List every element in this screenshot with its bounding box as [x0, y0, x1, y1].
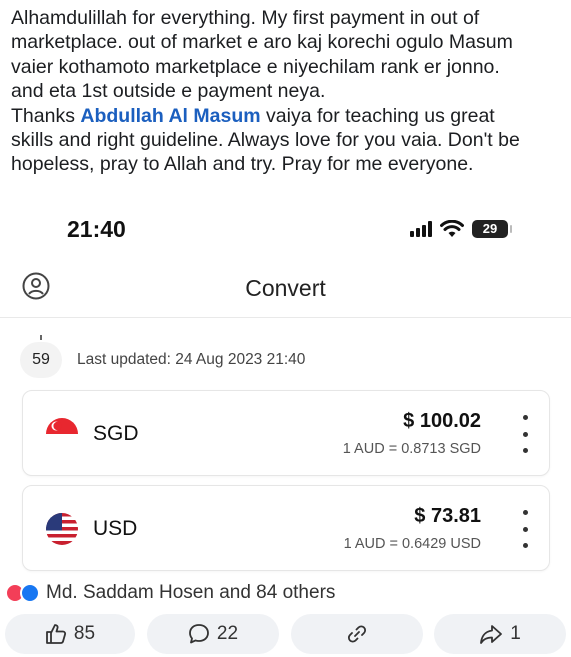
currency-card-sgd[interactable]: SGD $ 100.02 1 AUD = 0.8713 SGD — [22, 390, 550, 476]
like-count: 85 — [73, 623, 96, 644]
singapore-flag-icon — [46, 418, 78, 450]
comment-count: 22 — [216, 623, 239, 644]
signal-icon — [410, 221, 432, 237]
copy-link-button[interactable] — [291, 614, 423, 654]
us-flag-icon — [46, 513, 78, 545]
converted-amount: $ 100.02 — [403, 410, 481, 432]
comment-button[interactable]: 22 — [147, 614, 279, 654]
like-icon — [20, 583, 40, 603]
post-text: Alhamdulillah for everything. My first p… — [11, 6, 567, 177]
post-line: marketplace. out of market e aro kaj kor… — [11, 31, 513, 54]
attached-screenshot[interactable]: 21:40 29 Convert 59 Last updated: 24 Aug… — [0, 200, 571, 575]
currency-code: USD — [93, 517, 138, 540]
more-options-icon[interactable] — [518, 510, 532, 548]
status-time: 21:40 — [67, 216, 126, 242]
action-bar: 85 22 1 — [0, 612, 571, 657]
post-text-suffix: vaiya for teaching us great — [260, 104, 495, 127]
last-updated-text: Last updated: 24 Aug 2023 21:40 — [77, 351, 306, 368]
post-line: hopeless, pray to Allah and try. Pray fo… — [11, 153, 474, 176]
share-count: 1 — [510, 623, 521, 644]
exchange-rate: 1 AUD = 0.6429 USD — [343, 536, 481, 552]
share-icon — [480, 625, 503, 644]
like-button[interactable]: 85 — [5, 614, 135, 654]
post-line: Thanks Abdullah Al Masum vaiya for teach… — [11, 104, 567, 128]
app-header: Convert — [0, 258, 571, 318]
post-line: and eta 1st outside e payment neya. — [11, 80, 326, 103]
post-line: vaier kothamoto marketplace e niyechilam… — [11, 55, 500, 78]
wifi-icon — [440, 220, 464, 237]
updated-row: 59 Last updated: 24 Aug 2023 21:40 — [20, 335, 306, 378]
more-options-icon[interactable] — [518, 415, 532, 453]
refresh-timer[interactable]: 59 — [20, 335, 62, 378]
status-icons: 29 — [410, 218, 512, 240]
battery-icon: 29 — [472, 220, 512, 238]
post-line: Alhamdulillah for everything. My first p… — [11, 7, 480, 29]
mention-link[interactable]: Abdullah Al Masum — [80, 105, 260, 127]
currency-code: SGD — [93, 422, 139, 445]
app-title: Convert — [245, 275, 326, 301]
link-icon — [347, 625, 367, 643]
exchange-rate: 1 AUD = 0.8713 SGD — [342, 441, 481, 457]
reactions-summary[interactable]: Md. Saddam Hosen and 84 others — [5, 582, 335, 604]
converted-amount: $ 73.81 — [414, 505, 481, 527]
reactions-text: Md. Saddam Hosen and 84 others — [46, 582, 336, 603]
currency-card-usd[interactable]: USD $ 73.81 1 AUD = 0.6429 USD — [22, 485, 550, 571]
thumbs-up-icon — [46, 624, 66, 644]
post-text-prefix: Thanks — [11, 104, 81, 127]
share-button[interactable]: 1 — [434, 614, 566, 654]
post-line: skills and right guideline. Always love … — [11, 129, 520, 152]
comment-icon — [189, 624, 209, 644]
